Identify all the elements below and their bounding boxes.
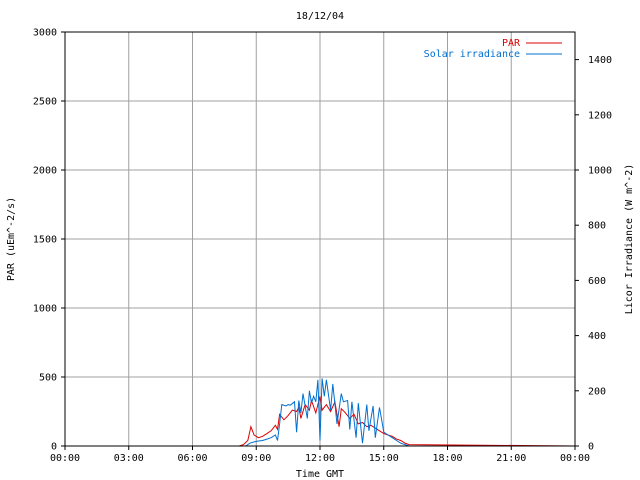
y-left-tick-label: 0 (51, 442, 57, 453)
y-left-tick-label: 2000 (33, 166, 57, 177)
x-tick-label: 09:00 (241, 453, 271, 464)
y-right-tick-label: 1000 (588, 166, 612, 177)
x-tick-label: 18:00 (432, 453, 462, 464)
x-tick-label: 00:00 (50, 453, 80, 464)
x-axis-label: Time GMT (296, 469, 344, 480)
x-tick-label: 15:00 (369, 453, 399, 464)
y-axis-left-label: PAR (uEm^-2/s) (6, 197, 17, 281)
y-right-tick-label: 800 (588, 221, 606, 232)
y-left-tick-label: 500 (39, 373, 57, 384)
y-left-tick-label: 3000 (33, 28, 57, 39)
y-right-tick-label: 1400 (588, 55, 612, 66)
y-right-tick-label: 1200 (588, 110, 612, 121)
x-tick-label: 00:00 (560, 453, 590, 464)
x-tick-label: 21:00 (496, 453, 526, 464)
y-left-tick-label: 2500 (33, 97, 57, 108)
y-right-tick-label: 600 (588, 276, 606, 287)
y-left-tick-label: 1000 (33, 304, 57, 315)
legend-label-par: PAR (502, 38, 521, 49)
y-right-tick-label: 0 (588, 442, 594, 453)
y-axis-right-label: Licor Irradiance (W m^-2) (624, 164, 635, 315)
legend-label-solar-irradiance: Solar irradiance (424, 49, 520, 60)
y-left-tick-label: 1500 (33, 235, 57, 246)
x-tick-label: 03:00 (114, 453, 144, 464)
x-tick-label: 12:00 (305, 453, 335, 464)
y-right-tick-label: 400 (588, 331, 606, 342)
chart-title: 18/12/04 (296, 11, 344, 22)
y-right-tick-label: 200 (588, 386, 606, 397)
x-tick-label: 06:00 (177, 453, 207, 464)
chart: 00:00 03:00 06:00 09:00 12:00 15:00 18:00 21:00… (0, 0, 640, 480)
